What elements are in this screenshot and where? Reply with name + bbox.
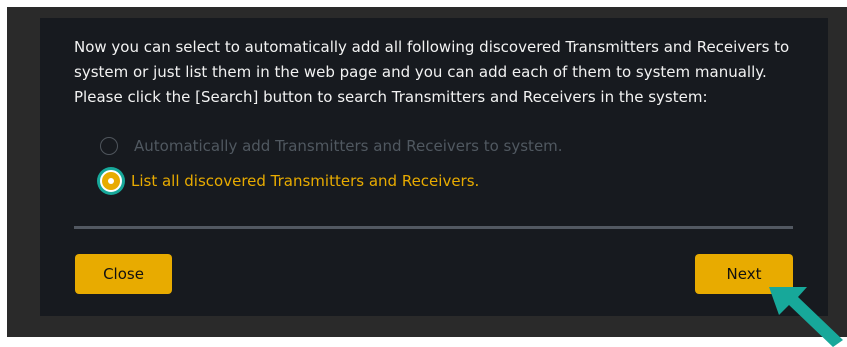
instructions-line-2: Please click the [Search] button to sear… bbox=[74, 88, 708, 106]
radio-list-all-selected[interactable] bbox=[100, 170, 122, 192]
search-dialog: Now you can select to automatically add … bbox=[40, 18, 828, 316]
instructions-text: Now you can select to automatically add … bbox=[74, 35, 819, 110]
divider bbox=[74, 226, 793, 229]
option-auto-add-label: Automatically add Transmitters and Recei… bbox=[134, 137, 563, 155]
close-button[interactable]: Close bbox=[75, 254, 172, 294]
option-list-all-label: List all discovered Transmitters and Rec… bbox=[131, 172, 480, 190]
radio-auto-add[interactable] bbox=[100, 137, 118, 155]
option-list-all[interactable]: List all discovered Transmitters and Rec… bbox=[100, 170, 479, 192]
instructions-line-1: Now you can select to automatically add … bbox=[74, 38, 790, 81]
arrow-pointer-icon bbox=[769, 287, 843, 347]
option-auto-add[interactable]: Automatically add Transmitters and Recei… bbox=[100, 137, 563, 155]
